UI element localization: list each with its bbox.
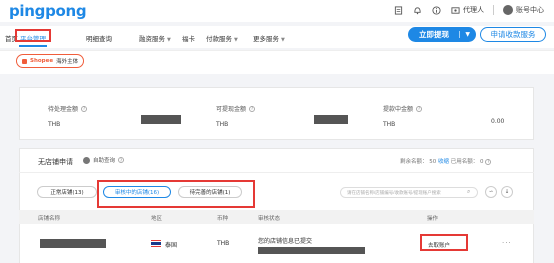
top-bar: pingpong 代理人 账号中心 — [0, 0, 554, 22]
chevron-down-icon: ▼ — [167, 37, 171, 43]
redacted-status-detail — [258, 247, 365, 254]
nav-financing-services[interactable]: 融资服务 ▼ — [139, 33, 171, 43]
bell-icon[interactable] — [412, 5, 422, 15]
active-underline — [19, 45, 47, 47]
agent-label: 代理人 — [463, 6, 484, 14]
search-input[interactable] — [340, 187, 478, 198]
platform-chip-shopee[interactable]: Shopee 海外主体 — [16, 54, 85, 68]
apply-collection-button[interactable]: 申请收款服务 — [480, 27, 546, 42]
column-header-status: 审核状态 — [258, 216, 281, 222]
withdraw-button[interactable]: 立即提现 ▼ — [408, 27, 476, 42]
column-header-currency: 币种 — [217, 216, 229, 222]
divider — [19, 172, 534, 173]
more-icon[interactable]: ··· — [502, 239, 512, 247]
help-icon[interactable]: ? — [118, 157, 125, 163]
row-status: 您的店铺信息已提交 — [258, 238, 313, 245]
highlight-box — [15, 29, 51, 42]
nav-details-query[interactable]: 明细查询 — [86, 33, 112, 43]
row-region: 泰国 — [165, 242, 178, 249]
account-label: 账号中心 — [516, 6, 544, 14]
used-label: 已用名额： — [450, 159, 479, 165]
document-icon[interactable] — [393, 5, 403, 15]
nav-card[interactable]: 福卡 — [182, 33, 195, 43]
quota-summary: 剩余名额： 50 收缩 已用名额： 0 ? — [400, 157, 492, 165]
logo: pingpong — [9, 2, 87, 20]
redacted-value — [314, 115, 348, 124]
row-currency: THB — [217, 240, 230, 247]
badge-icon — [83, 156, 90, 164]
search-icon[interactable]: ⌕ — [467, 188, 470, 196]
divider — [493, 5, 494, 15]
balance-label: 提款中金额 — [383, 106, 414, 113]
self-service-badge[interactable]: 自助查询 ? — [83, 156, 125, 164]
remaining-label: 剩余名额： — [400, 159, 428, 165]
withdraw-label: 立即提现 — [419, 30, 449, 39]
chevron-down-icon[interactable]: ▼ — [459, 31, 470, 38]
nav-payment-services[interactable]: 付款服务 ▼ — [206, 33, 238, 43]
top-right-tools: 代理人 账号中心 — [393, 5, 544, 15]
help-icon[interactable]: ? — [485, 158, 492, 165]
balance-label: 待处理金额 — [48, 106, 79, 113]
shopee-logo: Shopee — [30, 58, 54, 64]
download-icon: ↓ — [504, 189, 510, 195]
refresh-button[interactable]: ∽ — [485, 186, 497, 198]
download-button[interactable]: ↓ — [501, 186, 513, 198]
action-link[interactable]: 去取账户 — [428, 241, 450, 249]
column-header-shop-name: 店铺名称 — [38, 216, 61, 222]
agent-icon — [450, 5, 460, 15]
help-icon[interactable]: ? — [249, 105, 256, 112]
avatar — [503, 5, 513, 15]
column-header-region: 地区 — [151, 216, 163, 222]
help-icon[interactable]: ? — [81, 105, 88, 112]
column-header-action: 操作 — [427, 216, 439, 222]
redacted-shop-name — [40, 239, 106, 248]
balance-label: 可提现金额 — [216, 106, 247, 113]
balance-currency: THB — [48, 121, 61, 128]
info-icon[interactable] — [431, 5, 441, 15]
refresh-icon: ∽ — [488, 189, 494, 195]
tab-normal-shops[interactable]: 正常店铺(13) — [37, 186, 97, 198]
nav-more-services[interactable]: 更多服务 ▼ — [253, 33, 285, 43]
remaining-value: 50 — [429, 159, 437, 165]
balance-currency: THB — [216, 121, 229, 128]
balance-currency: THB — [383, 121, 396, 128]
balance-withdrawable: 可提现金额? THB — [216, 104, 256, 128]
chevron-down-icon: ▼ — [234, 37, 238, 43]
used-value: 0 — [480, 159, 484, 165]
account-menu[interactable]: 账号中心 — [503, 5, 544, 15]
collapse-link[interactable]: 收缩 — [438, 159, 449, 165]
help-icon[interactable]: ? — [416, 105, 423, 112]
balance-panel — [19, 87, 534, 140]
section-title: 无店铺申请 — [38, 158, 73, 166]
agent-menu[interactable]: 代理人 — [450, 5, 484, 15]
platform-region: 海外主体 — [56, 59, 79, 65]
shopee-bag-icon — [22, 58, 27, 64]
chevron-down-icon: ▼ — [281, 37, 285, 43]
badge-label: 自助查询 — [93, 158, 116, 164]
balance-withdrawing: 提款中金额? THB — [383, 104, 423, 128]
balance-pending: 待处理金额? THB — [48, 104, 88, 128]
balance-withdrawing-value: 0.00 — [491, 118, 505, 125]
redacted-value — [141, 115, 181, 124]
thailand-flag-icon — [151, 240, 161, 247]
highlight-box — [97, 180, 255, 208]
